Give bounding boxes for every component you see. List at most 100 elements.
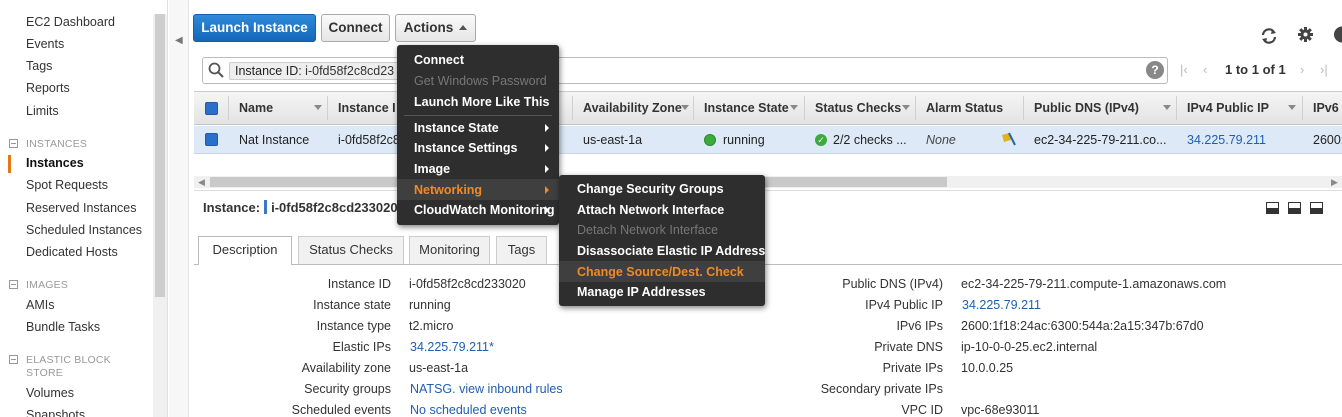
menu-item-change-source-dest-check[interactable]: Change Source/Dest. Check bbox=[577, 265, 744, 279]
sort-icon[interactable] bbox=[902, 105, 910, 110]
collapse-section-icon[interactable] bbox=[9, 280, 18, 289]
filter-token[interactable]: Instance ID: i-0fd58f2c8cd23 bbox=[229, 62, 399, 80]
sidebar-item-reserved-instances[interactable]: Reserved Instances bbox=[26, 201, 136, 215]
help-icon[interactable] bbox=[1333, 26, 1342, 43]
cell-instance-state: running bbox=[723, 133, 765, 147]
tab-monitoring[interactable]: Monitoring bbox=[409, 236, 490, 264]
label-elastic-ips: Elastic IPs bbox=[332, 340, 391, 354]
menu-item-networking[interactable]: Networking bbox=[414, 183, 482, 197]
menu-item-manage-ip-addresses[interactable]: Manage IP Addresses bbox=[577, 285, 706, 299]
submenu-arrow-icon bbox=[545, 186, 549, 194]
column-header-name[interactable]: Name bbox=[239, 101, 273, 115]
sidebar-item-amis[interactable]: AMIs bbox=[26, 298, 54, 312]
sidebar-item-events[interactable]: Events bbox=[26, 37, 64, 51]
tab-description[interactable]: Description bbox=[198, 236, 292, 265]
menu-item-cloudwatch[interactable]: CloudWatch Monitoring bbox=[414, 203, 554, 217]
sidebar-item-ec2-dashboard[interactable]: EC2 Dashboard bbox=[26, 15, 115, 29]
sort-icon[interactable] bbox=[681, 105, 689, 110]
sidebar-item-snapshots[interactable]: Snapshots bbox=[26, 408, 85, 417]
sort-icon[interactable] bbox=[314, 105, 322, 110]
value-instance-id: i-0fd58f2c8cd233020 bbox=[409, 277, 526, 291]
tab-status-checks[interactable]: Status Checks bbox=[298, 236, 404, 264]
sort-icon[interactable] bbox=[790, 105, 798, 110]
collapse-section-icon[interactable] bbox=[9, 355, 18, 364]
view-full-icon[interactable] bbox=[1310, 202, 1323, 214]
submenu-arrow-icon bbox=[545, 144, 549, 152]
actions-label: Actions bbox=[403, 20, 454, 35]
cell-ipv4-public-ip[interactable]: 34.225.79.211 bbox=[1187, 133, 1266, 147]
column-separator bbox=[327, 96, 328, 120]
sidebar-item-tags[interactable]: Tags bbox=[26, 59, 52, 73]
label-secondary-private-ips: Secondary private IPs bbox=[820, 382, 943, 396]
sidebar-item-bundle-tasks[interactable]: Bundle Tasks bbox=[26, 320, 100, 334]
last-page-icon[interactable]: ›| bbox=[1320, 62, 1328, 77]
detail-title: Instance: i-0fd58f2c8cd233020 bbox=[203, 200, 398, 215]
sidebar-item-dedicated-hosts[interactable]: Dedicated Hosts bbox=[26, 245, 118, 259]
column-header-alarm-status[interactable]: Alarm Status bbox=[926, 101, 1003, 115]
connect-button[interactable]: Connect bbox=[321, 14, 390, 42]
row-checkbox[interactable] bbox=[205, 133, 218, 146]
tab-tags[interactable]: Tags bbox=[496, 236, 547, 264]
create-alarm-icon[interactable] bbox=[999, 131, 1017, 147]
label-private-ips: Private IPs bbox=[882, 361, 943, 375]
menu-item-instance-state[interactable]: Instance State bbox=[414, 121, 499, 135]
view-bottom-icon[interactable] bbox=[1266, 202, 1279, 214]
value-security-groups[interactable]: NATSG. view inbound rules bbox=[410, 382, 563, 396]
sort-icon[interactable] bbox=[1288, 105, 1296, 110]
sidebar-item-spot-requests[interactable]: Spot Requests bbox=[26, 178, 108, 192]
scroll-right-icon[interactable]: ▶ bbox=[1331, 177, 1338, 188]
cell-instance-id: i-0fd58f2c8 bbox=[338, 133, 400, 147]
sidebar-item-reports[interactable]: Reports bbox=[26, 81, 70, 95]
menu-item-change-security-groups[interactable]: Change Security Groups bbox=[577, 182, 724, 196]
menu-item-disassociate-elastic-ip[interactable]: Disassociate Elastic IP Address bbox=[577, 244, 765, 258]
menu-item-connect[interactable]: Connect bbox=[414, 53, 464, 67]
prev-page-icon[interactable]: ‹ bbox=[1203, 62, 1207, 77]
value-scheduled-events[interactable]: No scheduled events bbox=[410, 403, 527, 417]
column-separator bbox=[1302, 96, 1303, 120]
column-header-status-checks[interactable]: Status Checks bbox=[815, 101, 901, 115]
next-page-icon[interactable]: › bbox=[1300, 62, 1304, 77]
section-instances[interactable]: INSTANCES bbox=[26, 138, 87, 151]
label-scheduled-events: Scheduled events bbox=[291, 403, 391, 417]
sidebar-item-instances[interactable]: Instances bbox=[26, 156, 84, 170]
actions-button[interactable]: Actions bbox=[395, 14, 476, 42]
sidebar-collapse-strip[interactable] bbox=[169, 0, 189, 417]
column-header-instance-state[interactable]: Instance State bbox=[704, 101, 789, 115]
column-header-ipv6[interactable]: IPv6 bbox=[1313, 101, 1339, 115]
sidebar-item-scheduled-instances[interactable]: Scheduled Instances bbox=[26, 223, 142, 237]
column-header-availability-zone[interactable]: Availability Zone bbox=[583, 101, 682, 115]
help-icon[interactable]: ? bbox=[1146, 61, 1164, 79]
menu-item-image[interactable]: Image bbox=[414, 162, 450, 176]
value-elastic-ips[interactable]: 34.225.79.211* bbox=[410, 340, 494, 354]
chevron-left-icon[interactable]: ◀ bbox=[175, 35, 183, 46]
sidebar-scrollbar-thumb[interactable] bbox=[155, 14, 165, 297]
section-images[interactable]: IMAGES bbox=[26, 279, 68, 292]
scroll-left-icon[interactable]: ◀ bbox=[198, 177, 205, 188]
gear-icon[interactable] bbox=[1297, 26, 1314, 43]
filter-key: Instance ID bbox=[235, 64, 299, 78]
column-separator bbox=[1176, 96, 1177, 120]
sidebar-item-limits[interactable]: Limits bbox=[26, 104, 59, 118]
refresh-icon[interactable] bbox=[1259, 26, 1279, 46]
section-ebs-line2[interactable]: STORE bbox=[26, 367, 63, 380]
menu-item-get-windows-password: Get Windows Password bbox=[414, 74, 547, 88]
view-split-icon[interactable] bbox=[1288, 202, 1301, 214]
menu-item-instance-settings[interactable]: Instance Settings bbox=[414, 141, 518, 155]
value-instance-state: running bbox=[409, 298, 451, 312]
value-ipv4-public-ip[interactable]: 34.225.79.211 bbox=[962, 298, 1041, 312]
menu-item-launch-more[interactable]: Launch More Like This bbox=[414, 95, 549, 109]
submenu-arrow-icon bbox=[545, 206, 549, 214]
launch-instance-button[interactable]: Launch Instance bbox=[193, 14, 316, 42]
select-all-checkbox[interactable] bbox=[205, 102, 218, 115]
section-ebs-line1[interactable]: ELASTIC BLOCK bbox=[26, 354, 111, 367]
first-page-icon[interactable]: |‹ bbox=[1180, 62, 1188, 77]
column-header-public-dns[interactable]: Public DNS (IPv4) bbox=[1034, 101, 1139, 115]
sidebar-item-volumes[interactable]: Volumes bbox=[26, 386, 74, 400]
cell-alarm-status: None bbox=[926, 133, 956, 147]
column-header-instance-id[interactable]: Instance I bbox=[338, 101, 396, 115]
sort-icon[interactable] bbox=[1163, 105, 1171, 110]
collapse-section-icon[interactable] bbox=[9, 139, 18, 148]
menu-item-attach-network-interface[interactable]: Attach Network Interface bbox=[577, 203, 724, 217]
panel-divider[interactable] bbox=[194, 190, 1342, 191]
column-header-ipv4-public-ip[interactable]: IPv4 Public IP bbox=[1187, 101, 1269, 115]
